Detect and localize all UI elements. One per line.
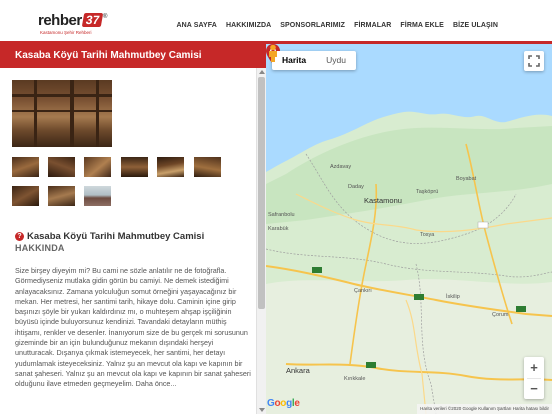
- map-label: Çankırı: [354, 288, 372, 294]
- map-label: Karabük: [268, 226, 289, 232]
- map-label: Taşköprü: [416, 189, 439, 195]
- map-label: İskilip: [446, 294, 460, 300]
- panel-scrollbar[interactable]: [256, 68, 266, 414]
- nav-sponsorlarimiz[interactable]: SPONSORLARIMIZ: [280, 22, 345, 29]
- map-label: Tosya: [420, 232, 435, 238]
- photo-thumbnail[interactable]: [48, 186, 75, 206]
- section-title-text: Kasaba Köyü Tarihi Mahmutbey Camisi: [27, 231, 205, 242]
- logo-text: rehber: [38, 12, 82, 29]
- nav-ana-sayfa[interactable]: ANA SAYFA: [176, 22, 216, 29]
- logo-number: 37: [81, 13, 104, 27]
- photo-thumbnail[interactable]: [84, 157, 111, 177]
- google-map[interactable]: Azdavay Daday Kastamonu Taşköprü Safranb…: [266, 44, 552, 414]
- zoom-out-button[interactable]: −: [524, 379, 544, 399]
- map-label-kastamonu: Kastamonu: [364, 196, 402, 205]
- registered-icon: ®: [103, 14, 108, 20]
- map-label: Azdavay: [330, 164, 352, 170]
- photo-thumbnail[interactable]: [48, 157, 75, 177]
- nav-firmalar[interactable]: FİRMALAR: [354, 22, 391, 29]
- fullscreen-icon: [528, 55, 540, 67]
- fullscreen-button[interactable]: [524, 51, 544, 71]
- main-photo[interactable]: [12, 80, 112, 147]
- zoom-in-button[interactable]: +: [524, 357, 544, 378]
- google-logo[interactable]: Google: [267, 398, 300, 409]
- map-attribution[interactable]: Harita verileri ©2020 Google Kullanım Şa…: [417, 404, 552, 414]
- detail-panel: Kasaba Köyü Tarihi Mahmutbey Camisi ? Ka…: [0, 44, 266, 414]
- section-subtitle: HAKKINDA: [15, 243, 65, 253]
- question-icon: ?: [15, 232, 24, 241]
- street-view-pegman-icon[interactable]: [266, 44, 280, 62]
- map-canvas[interactable]: [266, 44, 552, 414]
- photo-thumbnail[interactable]: [12, 157, 39, 177]
- panel-title: Kasaba Köyü Tarihi Mahmutbey Camisi: [15, 50, 202, 61]
- photo-thumbnail[interactable]: [194, 157, 221, 177]
- logo-tagline: Kastamonu Şehir Rehberi: [40, 30, 92, 35]
- panel-content: ? Kasaba Köyü Tarihi Mahmutbey Camisi HA…: [0, 68, 256, 414]
- map-type-control: Harita Uydu: [272, 51, 356, 70]
- site-header: rehber 37 ® Kastamonu Şehir Rehberi ANA …: [0, 0, 552, 44]
- description-text: Size birşey diyeyim mi? Bu cami ne sözle…: [15, 266, 251, 389]
- map-label: Çorum: [492, 312, 509, 318]
- scroll-up-arrow-icon[interactable]: [259, 70, 265, 74]
- nav-firma-ekle[interactable]: FİRMA EKLE: [400, 22, 444, 29]
- map-label-ankara: Ankara: [286, 366, 310, 375]
- scroll-down-arrow-icon[interactable]: [259, 408, 265, 412]
- nav-hakkimizda[interactable]: HAKKIMIZDA: [226, 22, 271, 29]
- site-logo[interactable]: rehber 37 ® Kastamonu Şehir Rehberi: [38, 12, 108, 36]
- map-label: Kırıkkale: [344, 376, 366, 382]
- photo-thumbnail[interactable]: [12, 186, 39, 206]
- photo-thumbnail[interactable]: [121, 157, 148, 177]
- zoom-control: + −: [524, 357, 544, 399]
- map-label: Boyabat: [456, 176, 477, 182]
- panel-title-bar: Kasaba Köyü Tarihi Mahmutbey Camisi: [0, 44, 266, 68]
- map-label: Daday: [348, 184, 364, 190]
- photo-thumbnail[interactable]: [84, 186, 111, 206]
- photo-thumbnail[interactable]: [157, 157, 184, 177]
- map-type-uydu-button[interactable]: Uydu: [316, 51, 356, 70]
- main-nav: ANA SAYFA HAKKIMIZDA SPONSORLARIMIZ FİRM…: [167, 22, 498, 29]
- section-title: ? Kasaba Köyü Tarihi Mahmutbey Camisi: [15, 231, 204, 242]
- scroll-thumb[interactable]: [258, 77, 265, 309]
- map-label: Safranbolu: [268, 212, 295, 218]
- nav-bize-ulasin[interactable]: BİZE ULAŞIN: [453, 22, 498, 29]
